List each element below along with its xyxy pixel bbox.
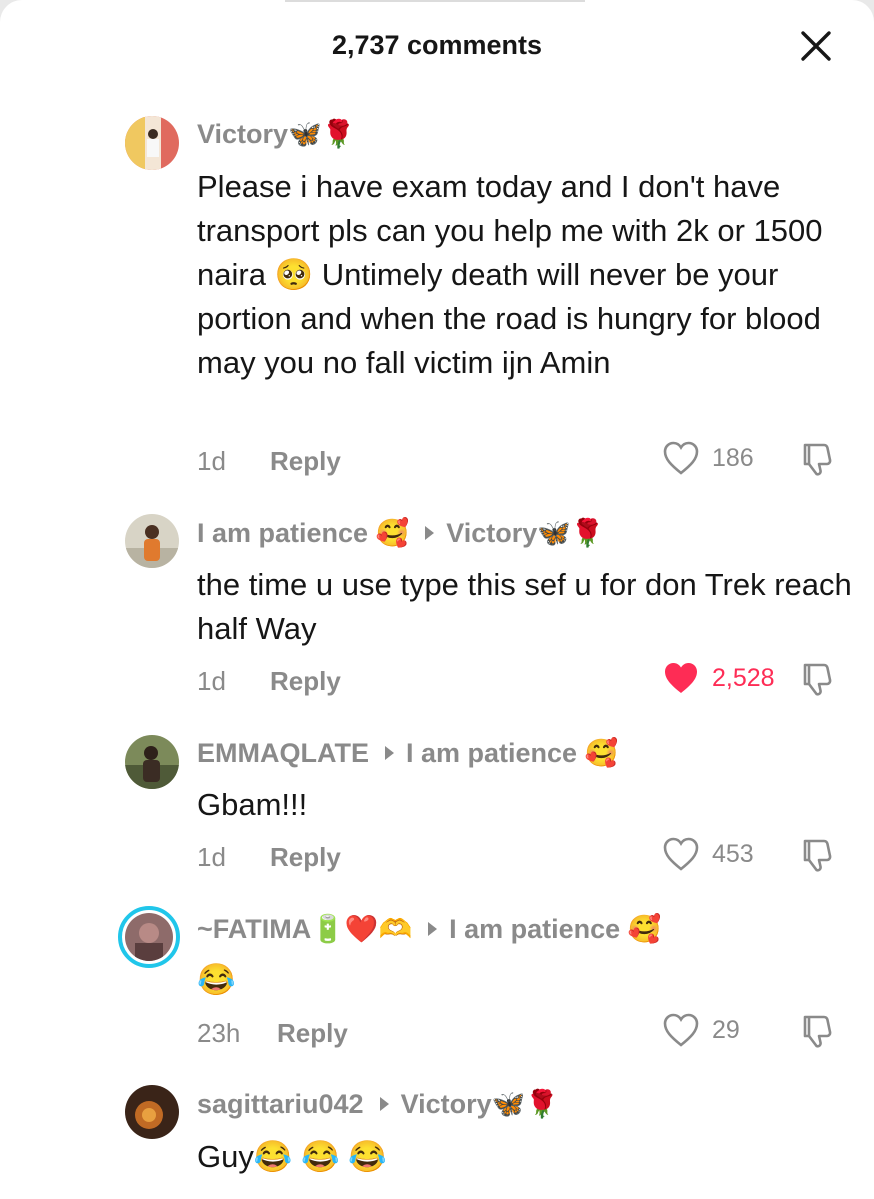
comment-meta: 1d Reply 453 [197, 836, 847, 876]
reply-button[interactable]: Reply [270, 842, 341, 873]
comment-username[interactable]: Victory🦋🌹 [197, 118, 355, 150]
like-button[interactable]: 186 [662, 440, 754, 476]
heart-icon [663, 1013, 699, 1047]
dislike-icon [803, 839, 832, 872]
comment-meta: 1d Reply 186 [197, 440, 847, 480]
reply-to: Victory🦋🌹 [364, 1088, 559, 1120]
avatar[interactable] [125, 116, 179, 170]
comment-text: Please i have exam today and I don't hav… [197, 169, 823, 380]
comment-meta: 1d Reply 2,528 [197, 660, 847, 700]
close-button[interactable] [798, 28, 834, 64]
reply-button[interactable]: Reply [270, 446, 341, 477]
comment-time: 1d [197, 446, 226, 476]
comment-username[interactable]: sagittariu042 Victory🦋🌹 [197, 1088, 559, 1120]
avatar[interactable] [125, 1085, 179, 1139]
comment-time: 23h [197, 1018, 241, 1048]
caret-right-icon [384, 746, 394, 760]
caret-right-icon [379, 1097, 389, 1111]
comment-username[interactable]: EMMAQLATE I am patience 🥰 [197, 737, 618, 769]
like-count: 29 [712, 1015, 740, 1044]
sheet-top-edge [285, 0, 585, 2]
close-icon [801, 31, 831, 61]
heart-filled-icon [665, 663, 697, 693]
reply-to: Victory🦋🌹 [409, 517, 605, 549]
reply-to: I am patience 🥰 [412, 913, 661, 945]
comments-sheet: 2,737 comments Victory🦋🌹 Please i have e… [0, 0, 874, 1199]
caret-right-icon [428, 922, 438, 936]
comment-text: Gbam!!! [197, 787, 308, 822]
comment-time: 1d [197, 666, 226, 696]
like-count: 186 [712, 443, 754, 472]
like-button[interactable]: 453 [662, 836, 754, 872]
heart-icon [663, 441, 699, 475]
caret-right-icon [425, 526, 435, 540]
dislike-icon [803, 443, 832, 476]
comments-count-title: 2,737 comments [331, 30, 543, 60]
like-button[interactable]: 29 [662, 1012, 740, 1048]
dislike-icon [803, 1015, 832, 1048]
heart-icon [663, 837, 699, 871]
comment-username[interactable]: I am patience 🥰 Victory🦋🌹 [197, 517, 605, 549]
avatar[interactable] [125, 514, 179, 568]
like-count: 453 [712, 839, 754, 868]
comment-meta: 23h Reply 29 [197, 1012, 847, 1052]
reply-to: I am patience 🥰 [369, 737, 618, 769]
dislike-button[interactable] [797, 836, 835, 881]
reply-button[interactable]: Reply [270, 666, 341, 697]
comment-username[interactable]: ~FATIMA🔋❤️🫶 I am patience 🥰 [197, 913, 661, 945]
comment-text: the time u use type this sef u for don T… [197, 567, 852, 646]
dislike-button[interactable] [797, 1012, 835, 1057]
like-count: 2,528 [712, 663, 775, 692]
comment-text: 😂 [197, 962, 236, 997]
avatar[interactable] [125, 735, 179, 789]
dislike-icon [803, 663, 832, 696]
comment-text: Guy😂 😂 😂 [197, 1139, 387, 1174]
dislike-button[interactable] [797, 660, 835, 705]
reply-button[interactable]: Reply [277, 1018, 348, 1049]
avatar-with-story-ring[interactable] [118, 906, 180, 968]
like-button[interactable]: 2,528 [662, 660, 775, 696]
dislike-button[interactable] [797, 440, 835, 485]
comment-time: 1d [197, 842, 226, 872]
